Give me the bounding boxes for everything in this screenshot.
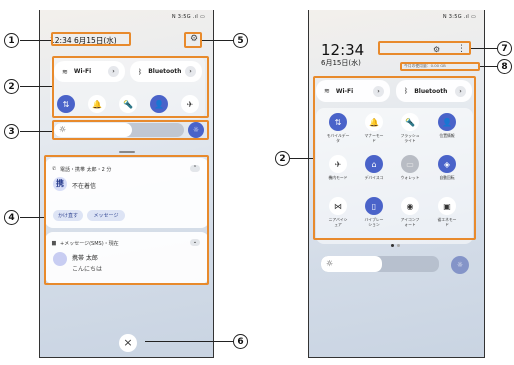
callout-line [471,48,498,49]
highlight-clock [51,32,131,46]
callout-2: 2 [4,79,19,94]
callout-line [202,40,234,41]
highlight-tiles [313,76,476,240]
page-dot-active [391,244,394,247]
close-icon[interactable]: × [119,334,137,352]
status-bar: N 3:5G .ıl ▭ [442,14,476,20]
callout-4: 4 [4,210,19,225]
callout-line [20,40,51,41]
auto-brightness-button[interactable]: ☼ [451,256,469,274]
highlight-quick-settings [52,56,209,118]
callout-1: 1 [4,33,19,48]
highlight-notifications [44,155,209,285]
sun-icon: ☼ [326,259,334,268]
page-dot [397,244,400,247]
callout-3: 3 [4,124,19,139]
callout-6: 6 [233,334,248,349]
callout-line [20,86,52,87]
highlight-more-options [378,41,471,55]
status-bar: N 3:5G .ıl ▭ [171,14,205,20]
clock: 12:34 [321,41,365,59]
callout-2: 2 [275,151,290,166]
callout-line [480,66,498,67]
brightness-slider[interactable]: ☼ [321,256,439,272]
callout-8: 8 [497,59,512,74]
callout-5: 5 [233,33,248,48]
highlight-settings [184,32,202,48]
callout-line [20,131,52,132]
highlight-usage [400,62,480,71]
drag-handle[interactable] [119,151,135,153]
callout-line [20,217,44,218]
callout-7: 7 [497,41,512,56]
callout-line [290,158,313,159]
callout-line [145,341,234,342]
highlight-brightness [52,120,209,140]
date: 6月15日(水) [321,59,361,67]
